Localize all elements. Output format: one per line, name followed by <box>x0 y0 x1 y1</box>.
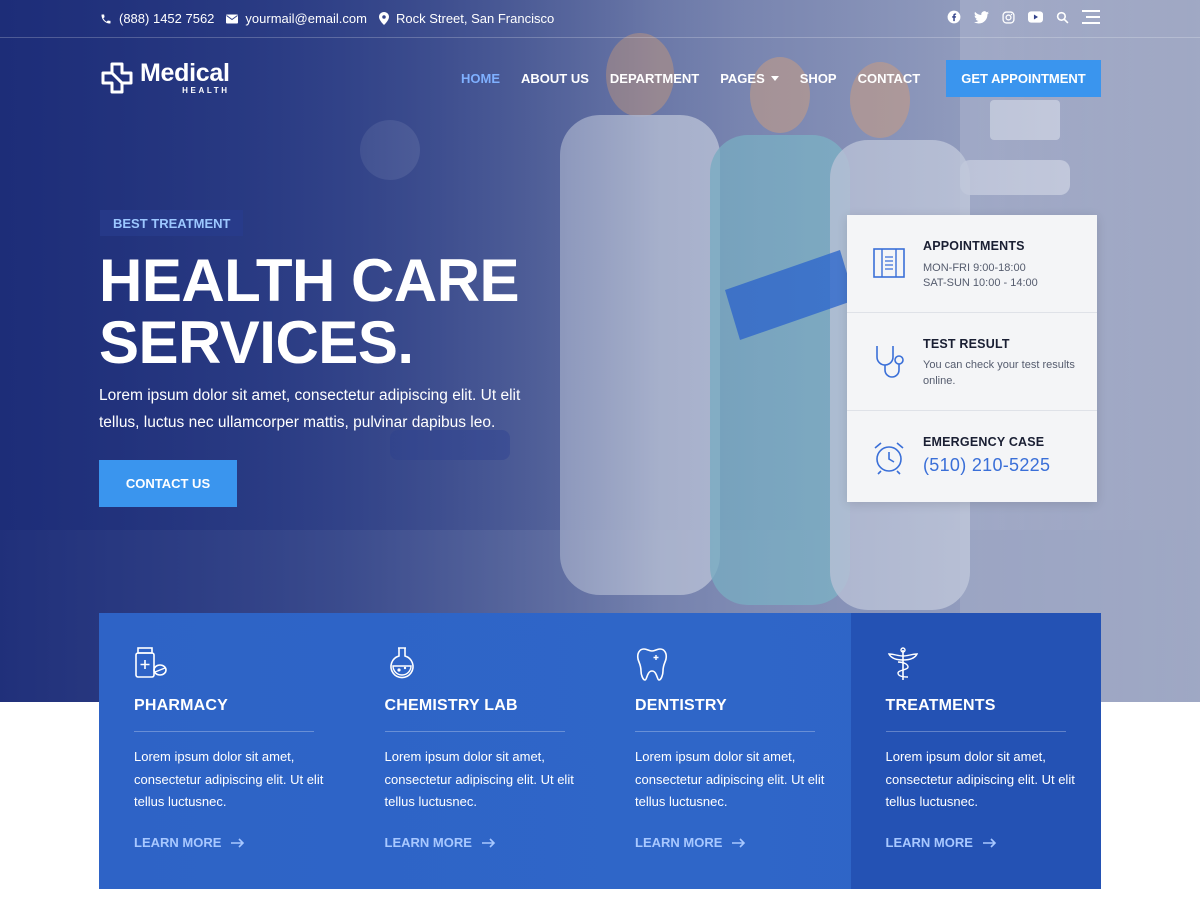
youtube-icon[interactable] <box>1028 11 1043 23</box>
map-pin-icon <box>378 12 389 25</box>
main-nav: Medical HEALTH HOME ABOUT US DEPARTMENT … <box>0 38 1200 118</box>
service-title: PHARMACY <box>134 697 229 714</box>
logo-subtitle: HEALTH <box>182 85 230 95</box>
topbar-email[interactable]: yourmail@email.com <box>226 11 367 26</box>
nav-item-department[interactable]: DEPARTMENT <box>610 71 699 86</box>
address-text: Rock Street, San Francisco <box>395 11 555 26</box>
site-logo[interactable]: Medical HEALTH <box>100 58 230 95</box>
learn-more-link[interactable]: LEARN MORE <box>886 835 997 850</box>
nav-item-about-us[interactable]: ABOUT US <box>521 71 589 86</box>
nav-item-home[interactable]: HOME <box>461 71 500 86</box>
learn-more-label: LEARN MORE <box>134 835 222 850</box>
service-card-chemistry-lab: CHEMISTRY LAB Lorem ipsum dolor sit amet… <box>350 613 601 889</box>
services-band: PHARMACY Lorem ipsum dolor sit amet, con… <box>99 613 1101 889</box>
service-title: TREATMENTS <box>885 697 996 714</box>
hero-headline: HEALTH CARE SERVICES. <box>99 247 520 376</box>
info-box: APPOINTMENTS MON-FRI 9:00-18:00 SAT-SUN … <box>847 215 1097 502</box>
hero-headline-line-2: SERVICES. <box>99 309 414 376</box>
hero-lead-text: Lorem ipsum dolor sit amet, consectetur … <box>99 387 521 431</box>
topbar-address: Rock Street, San Francisco <box>378 11 555 26</box>
service-title: CHEMISTRY LAB <box>384 697 518 714</box>
menu-icon[interactable] <box>1082 10 1100 24</box>
service-card-treatments: TREATMENTS Lorem ipsum dolor sit amet, c… <box>850 613 1101 889</box>
chevron-down-icon <box>770 76 779 81</box>
info-test-result: TEST RESULT You can check your test resu… <box>847 313 1097 411</box>
brochure-icon <box>873 248 905 278</box>
nav-menu: HOME ABOUT US DEPARTMENT PAGES SHOP CONT… <box>461 71 941 86</box>
appointments-hours-weekday: MON-FRI 9:00-18:00 <box>923 262 1026 274</box>
hero-headline-line-1: HEALTH CARE <box>99 247 520 314</box>
topbar-phone[interactable]: (888) 1452 7562 <box>100 11 214 26</box>
learn-more-link[interactable]: LEARN MORE <box>635 835 746 850</box>
caduceus-icon <box>887 647 918 680</box>
stethoscope-icon <box>876 346 904 378</box>
get-appointment-button[interactable]: GET APPOINTMENT <box>946 60 1101 97</box>
nav-item-pages[interactable]: PAGES <box>720 71 779 86</box>
alarm-clock-icon <box>874 442 904 475</box>
tooth-icon <box>636 648 668 681</box>
email-text: yourmail@email.com <box>245 11 367 26</box>
test-result-title: TEST RESULT <box>923 337 1010 351</box>
appointments-hours-weekend: SAT-SUN 10:00 - 14:00 <box>923 277 1038 289</box>
mail-icon <box>226 14 239 23</box>
arrow-right-icon <box>481 837 496 848</box>
arrow-right-icon <box>732 837 746 848</box>
divider <box>384 731 565 732</box>
learn-more-link[interactable]: LEARN MORE <box>134 835 245 850</box>
service-card-dentistry: DENTISTRY Lorem ipsum dolor sit amet, co… <box>600 613 851 889</box>
learn-more-label: LEARN MORE <box>885 835 973 850</box>
divider <box>134 731 314 732</box>
arrow-right-icon <box>982 837 997 848</box>
divider <box>885 731 1066 732</box>
service-card-pharmacy: PHARMACY Lorem ipsum dolor sit amet, con… <box>99 613 350 889</box>
service-description: Lorem ipsum dolor sit amet, consectetur … <box>635 749 825 809</box>
appointments-title: APPOINTMENTS <box>923 239 1025 253</box>
instagram-icon[interactable] <box>1002 10 1015 24</box>
service-description: Lorem ipsum dolor sit amet, consectetur … <box>134 749 324 809</box>
service-title: DENTISTRY <box>635 697 727 714</box>
flask-icon <box>389 647 414 679</box>
learn-more-label: LEARN MORE <box>635 835 723 850</box>
facebook-icon[interactable] <box>947 10 961 24</box>
info-emergency: EMERGENCY CASE (510) 210-5225 <box>847 411 1097 502</box>
logo-name: Medical <box>140 58 230 87</box>
service-description: Lorem ipsum dolor sit amet, consectetur … <box>384 749 574 809</box>
learn-more-label: LEARN MORE <box>384 835 472 850</box>
arrow-right-icon <box>231 837 245 848</box>
nav-item-pages-label: PAGES <box>720 71 765 86</box>
service-description: Lorem ipsum dolor sit amet, consectetur … <box>885 749 1075 809</box>
nav-item-shop[interactable]: SHOP <box>800 71 837 86</box>
test-result-text: You can check your test results online. <box>923 359 1075 387</box>
search-icon[interactable] <box>1056 11 1069 24</box>
emergency-title: EMERGENCY CASE <box>923 435 1045 449</box>
contact-us-button[interactable]: CONTACT US <box>99 460 237 507</box>
hero-badge: BEST TREATMENT <box>100 210 244 236</box>
phone-text: (888) 1452 7562 <box>119 11 215 26</box>
medical-cross-logo-icon <box>101 62 133 94</box>
phone-icon <box>101 14 111 23</box>
twitter-icon[interactable] <box>974 10 989 24</box>
top-bar: (888) 1452 7562 yourmail@email.com Rock … <box>0 0 1200 38</box>
emergency-phone[interactable]: (510) 210-5225 <box>923 455 1050 476</box>
divider <box>635 731 815 732</box>
pill-bottle-icon <box>135 647 167 678</box>
learn-more-link[interactable]: LEARN MORE <box>385 835 496 850</box>
nav-item-contact[interactable]: CONTACT <box>858 71 921 86</box>
info-appointments: APPOINTMENTS MON-FRI 9:00-18:00 SAT-SUN … <box>847 215 1097 313</box>
